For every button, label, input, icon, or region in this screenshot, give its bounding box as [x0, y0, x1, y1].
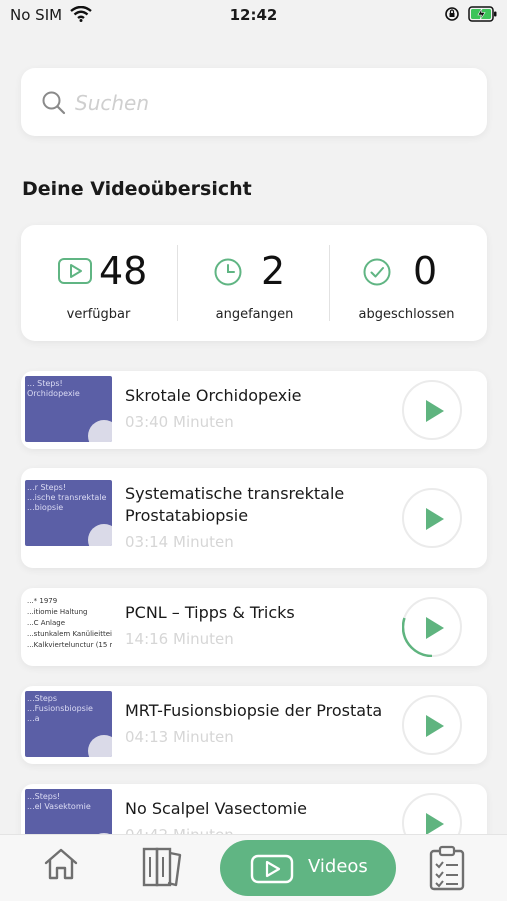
video-duration: 03:40 Minuten [125, 413, 234, 431]
check-circle-icon [363, 258, 391, 286]
stat-completed: 0 abgeschlossen [329, 225, 484, 341]
stat-available-label: verfügbar [66, 307, 131, 322]
play-button[interactable] [402, 488, 462, 548]
thumbnail-text: ...Steps! ...el Vasektomie [27, 792, 91, 811]
stat-started: 2 angefangen [177, 225, 332, 341]
play-icon [426, 715, 444, 737]
home-tab[interactable] [42, 845, 80, 887]
books-icon [142, 847, 182, 887]
thumbnail-text: ...Steps ...Fusionsbiopsie ...a [27, 694, 93, 723]
video-thumbnail: ... Steps! Orchidopexie [25, 376, 112, 442]
stat-completed-value: 0 [413, 249, 438, 293]
video-duration: 04:13 Minuten [125, 728, 234, 746]
thumbnail-text: ...* 1979 ...itiomie Haltung ...C Anlage… [27, 597, 112, 649]
video-stats-card: 48 verfügbar 2 angefangen 0 abgeschlosse… [21, 225, 487, 341]
video-duration: 03:14 Minuten [125, 533, 234, 551]
play-icon [426, 400, 444, 422]
play-icon [426, 617, 444, 639]
video-title: Skrotale Orchidopexie [125, 386, 302, 405]
checklist-tab[interactable] [428, 845, 466, 895]
play-icon [426, 508, 444, 530]
clock-icon [214, 258, 242, 286]
battery-icon [468, 5, 498, 27]
rotation-lock-icon [444, 6, 460, 26]
stat-available: 48 verfügbar [21, 225, 176, 341]
video-card[interactable]: ... Steps! Orchidopexie Skrotale Orchido… [21, 371, 487, 449]
video-title: No Scalpel Vasectomie [125, 799, 307, 818]
stat-available-value: 48 [99, 249, 148, 293]
video-card[interactable]: ...* 1979 ...itiomie Haltung ...C Anlage… [21, 588, 487, 666]
play-button[interactable] [402, 597, 462, 657]
video-thumbnail: ...* 1979 ...itiomie Haltung ...C Anlage… [25, 593, 112, 659]
video-thumbnail: ...Steps ...Fusionsbiopsie ...a [25, 691, 112, 757]
stat-started-value: 2 [261, 249, 286, 293]
play-button[interactable] [402, 695, 462, 755]
home-icon [44, 848, 78, 880]
stat-completed-label: abgeschlossen [358, 307, 455, 322]
search-bar[interactable] [21, 68, 487, 136]
video-title: MRT-Fusionsbiopsie der Prostata [125, 701, 383, 720]
clipboard-icon [429, 845, 465, 891]
thumbnail-text: ...r Steps! ...ische transrektale ...bio… [27, 483, 107, 512]
status-bar: No SIM 12:42 [0, 0, 507, 32]
videos-tab[interactable]: Videos [220, 840, 396, 896]
video-card[interactable]: ...r Steps! ...ische transrektale ...bio… [21, 468, 487, 568]
video-title: Systematische transrektale Prostatabiops… [125, 484, 345, 525]
library-tab[interactable] [140, 845, 184, 893]
play-button[interactable] [402, 380, 462, 440]
video-title: PCNL – Tipps & Tricks [125, 603, 295, 622]
thumbnail-text: ... Steps! Orchidopexie [27, 379, 80, 398]
search-input[interactable] [73, 84, 467, 122]
stat-started-label: angefangen [215, 307, 294, 322]
video-thumbnail: ...r Steps! ...ische transrektale ...bio… [25, 480, 112, 546]
video-duration: 14:16 Minuten [125, 630, 234, 648]
section-title: Deine Videoübersicht [22, 178, 252, 200]
video-play-icon [250, 854, 294, 884]
videos-tab-label: Videos [308, 856, 368, 877]
video-card[interactable]: ...Steps ...Fusionsbiopsie ...a MRT-Fusi… [21, 686, 487, 764]
search-icon [41, 90, 67, 120]
play-icon [58, 258, 92, 284]
clock-time: 12:42 [229, 6, 278, 24]
